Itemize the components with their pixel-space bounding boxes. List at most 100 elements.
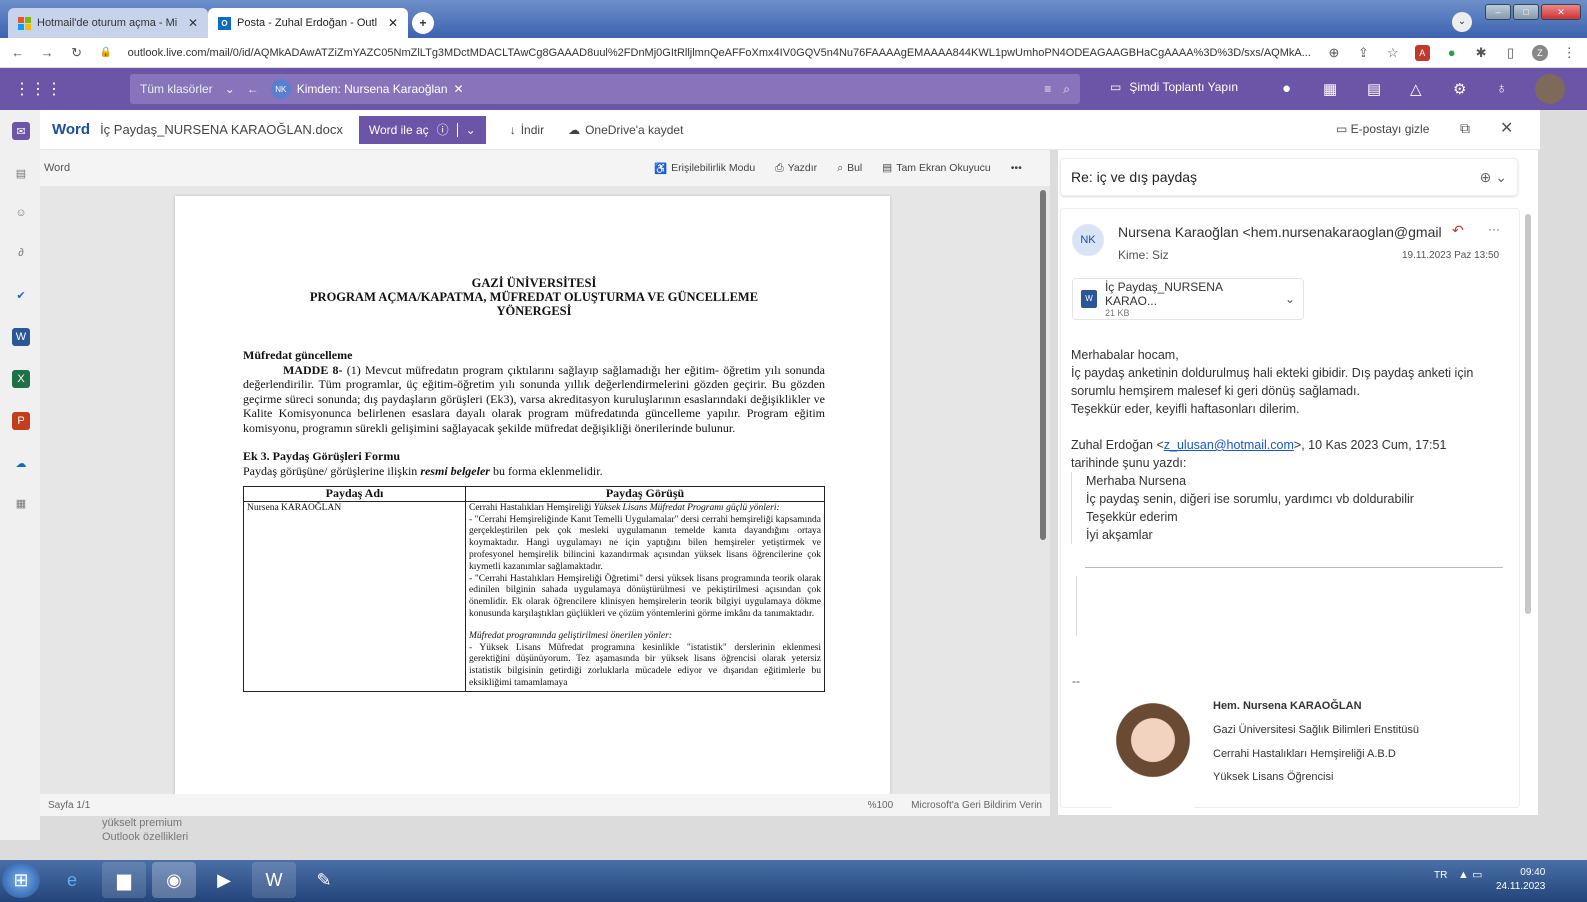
onenote-icon[interactable]: ▦ <box>1323 80 1337 98</box>
maximize-button[interactable]: □ <box>1513 4 1539 20</box>
word-rail-icon[interactable]: W <box>12 328 30 346</box>
accessibility-button[interactable]: ♿ Erişilebilirlik Modu <box>654 162 755 175</box>
gear-icon[interactable]: ⚙ <box>1453 80 1466 98</box>
quote-line: İyi akşamlar <box>1086 528 1153 542</box>
signature-line: Gazi Üniversitesi Sağlık Bilimleri Ensti… <box>1213 724 1420 736</box>
zoom-icon[interactable]: ⊕ ⌄ <box>1480 169 1507 186</box>
search-icon[interactable]: ⌕ <box>1063 82 1070 97</box>
start-button[interactable]: ⊞ <box>2 862 40 898</box>
chevron-down-icon[interactable]: ⌄ <box>456 122 476 137</box>
tab-hotmail[interactable]: Hotmail'de oturum açma - Micro ✕ <box>8 8 208 38</box>
hide-email-button[interactable]: ▭ E-postayı gizle <box>1336 122 1429 136</box>
remove-filter-icon[interactable]: ✕ <box>454 82 464 96</box>
opinion-paragraph: - "Cerrahi Hastalıkları Hemşireliği Öğre… <box>469 573 821 619</box>
tray-icons[interactable]: ▲ ▭ <box>1458 868 1482 881</box>
chevron-down-icon[interactable]: ⌄ <box>1285 292 1295 306</box>
language-indicator[interactable]: TR <box>1434 870 1447 881</box>
folder-filter[interactable]: Tüm klasörler <box>140 82 213 96</box>
reply-icon[interactable]: ↶ <box>1452 222 1464 239</box>
background-area <box>40 816 1540 860</box>
meet-now-button[interactable]: ▭ Şimdi Toplantı Yapın <box>1110 80 1238 94</box>
quote-email-link[interactable]: z_ulusan@hotmail.com <box>1164 438 1294 452</box>
close-tab-icon[interactable]: ✕ <box>188 16 198 30</box>
close-tab-icon[interactable]: ✕ <box>388 16 398 30</box>
zoom-level[interactable]: %100 <box>868 800 894 811</box>
puzzle-icon[interactable]: ✱ <box>1473 45 1488 61</box>
menu-icon[interactable]: ⋮ <box>1562 45 1577 61</box>
media-icon[interactable]: ▶ <box>202 862 246 898</box>
save-onedrive-button[interactable]: ☁ OneDrive'a kaydet <box>568 123 683 137</box>
feedback-link[interactable]: Microsoft'a Geri Bildirim Verin <box>911 800 1042 811</box>
minimize-button[interactable]: – <box>1485 4 1511 20</box>
profile-avatar-icon[interactable]: Z <box>1532 44 1548 61</box>
ek-heading: Ek 3. Paydaş Görüşleri Formu <box>243 449 401 463</box>
excel-rail-icon[interactable]: X <box>12 370 30 388</box>
forward-icon[interactable]: → <box>39 45 54 61</box>
calendar-icon[interactable]: ▤ <box>1367 80 1381 98</box>
quote-header: Zuhal Erdoğan <z_ulusan@hotmail.com>, 10… <box>1071 436 1511 454</box>
madde-label: MADDE 8- <box>283 362 343 377</box>
mail-icon[interactable]: ✉ <box>12 122 30 140</box>
chevron-down-icon[interactable]: ⌄ <box>225 82 235 96</box>
sidepanel-icon[interactable]: ▯ <box>1503 45 1518 61</box>
system-clock[interactable]: 09:40 24.11.2023 <box>1496 866 1545 894</box>
window-controls: – □ ✕ <box>1485 4 1581 20</box>
powerpoint-rail-icon[interactable]: P <box>12 412 30 430</box>
url-text[interactable]: outlook.live.com/mail/0/id/AQMkADAwATZiZ… <box>128 47 1313 59</box>
close-window-button[interactable]: ✕ <box>1541 4 1581 20</box>
quote-sender: Zuhal Erdoğan < <box>1071 438 1164 452</box>
attachment-card[interactable]: W İç Paydaş_NURSENA KARAO... 21 KB ⌄ <box>1072 278 1304 320</box>
reload-icon[interactable]: ↻ <box>69 45 84 61</box>
skype-icon[interactable]: ● <box>1282 80 1291 97</box>
more-apps-icon[interactable]: ▦ <box>12 494 30 512</box>
chrome-icon[interactable]: ◉ <box>152 862 196 898</box>
star-icon[interactable]: ☆ <box>1385 45 1400 61</box>
print-button[interactable]: ⎙ Yazdır <box>775 162 817 175</box>
attach-icon[interactable]: ∂ <box>12 244 30 262</box>
share-icon[interactable]: ⇪ <box>1356 45 1371 61</box>
lightbulb-icon[interactable]: ♁ <box>1496 80 1507 97</box>
lock-icon[interactable]: 🔒 <box>98 45 113 61</box>
document-scrollbar[interactable] <box>1040 190 1046 540</box>
more-options-icon[interactable]: ••• <box>1011 162 1022 174</box>
popout-icon[interactable]: ⧉ <box>1460 120 1470 137</box>
reader-button[interactable]: ▤ Tam Ekran Okuyucu <box>882 162 990 174</box>
paint-icon[interactable]: ✎ <box>302 862 346 898</box>
find-button[interactable]: ⌕ Bul <box>837 162 862 175</box>
calendar-rail-icon[interactable]: ▤ <box>12 164 30 182</box>
ie-icon[interactable]: e <box>50 862 94 898</box>
word-taskbar-icon[interactable]: W <box>252 862 296 898</box>
filter-icon[interactable]: ≡ <box>1044 82 1051 96</box>
onedrive-icon[interactable]: ☁ <box>12 454 30 472</box>
extension-icon[interactable]: ● <box>1444 45 1459 61</box>
download-label: İndir <box>520 122 545 137</box>
info-icon[interactable]: ⓘ <box>437 121 449 138</box>
back-arrow-icon[interactable]: ← <box>247 82 259 96</box>
from-filter-chip[interactable]: NK Kimden: Nursena Karaoğlan ✕ <box>270 79 464 99</box>
todo-icon[interactable]: ✔ <box>12 286 30 304</box>
close-icon[interactable]: ✕ <box>1500 118 1513 138</box>
doc-paragraph: MADDE 8- (1) Mevcut müfredatın program ç… <box>243 363 825 436</box>
body-line: İç paydaş anketinin doldurulmuş hali ekt… <box>1071 366 1474 398</box>
app-launcher-icon[interactable]: ⋮⋮⋮ <box>14 79 62 99</box>
search-filter-bar[interactable]: Tüm klasörler ⌄ ← NK Kimden: Nursena Kar… <box>130 74 1080 104</box>
mail-scrollbar[interactable] <box>1525 214 1531 614</box>
open-in-word-button[interactable]: Word ile aç ⓘ ⌄ <box>358 115 486 144</box>
profile-chevron-icon[interactable]: ⌄ <box>1452 12 1472 32</box>
bell-icon[interactable]: △ <box>1410 80 1422 98</box>
pdf-extension-icon[interactable]: A <box>1414 44 1430 61</box>
premium-promo[interactable]: yükselt premium Outlook özellikleri <box>102 816 188 844</box>
word-toolbar-label: Word <box>44 162 71 174</box>
people-icon[interactable]: ☺ <box>12 204 30 222</box>
document-canvas[interactable]: GAZİ ÜNİVERSİTESİ PROGRAM AÇMA/KAPATMA, … <box>40 186 1050 794</box>
table-header: Paydaş Görüşü <box>465 486 825 502</box>
tab-outlook[interactable]: O Posta - Zuhal Erdoğan - Outlook ✕ <box>208 8 408 38</box>
sender-name[interactable]: Nursena Karaoğlan <hem.nursenakaraoglan@… <box>1118 224 1450 240</box>
new-tab-button[interactable]: + <box>412 12 434 34</box>
back-icon[interactable]: ← <box>10 45 25 61</box>
download-button[interactable]: ↓ İndir <box>510 123 544 137</box>
zoom-icon[interactable]: ⊕ <box>1326 45 1341 61</box>
more-actions-icon[interactable]: ··· <box>1488 222 1500 236</box>
explorer-icon[interactable]: ▆ <box>102 862 146 898</box>
user-avatar[interactable] <box>1535 74 1565 104</box>
